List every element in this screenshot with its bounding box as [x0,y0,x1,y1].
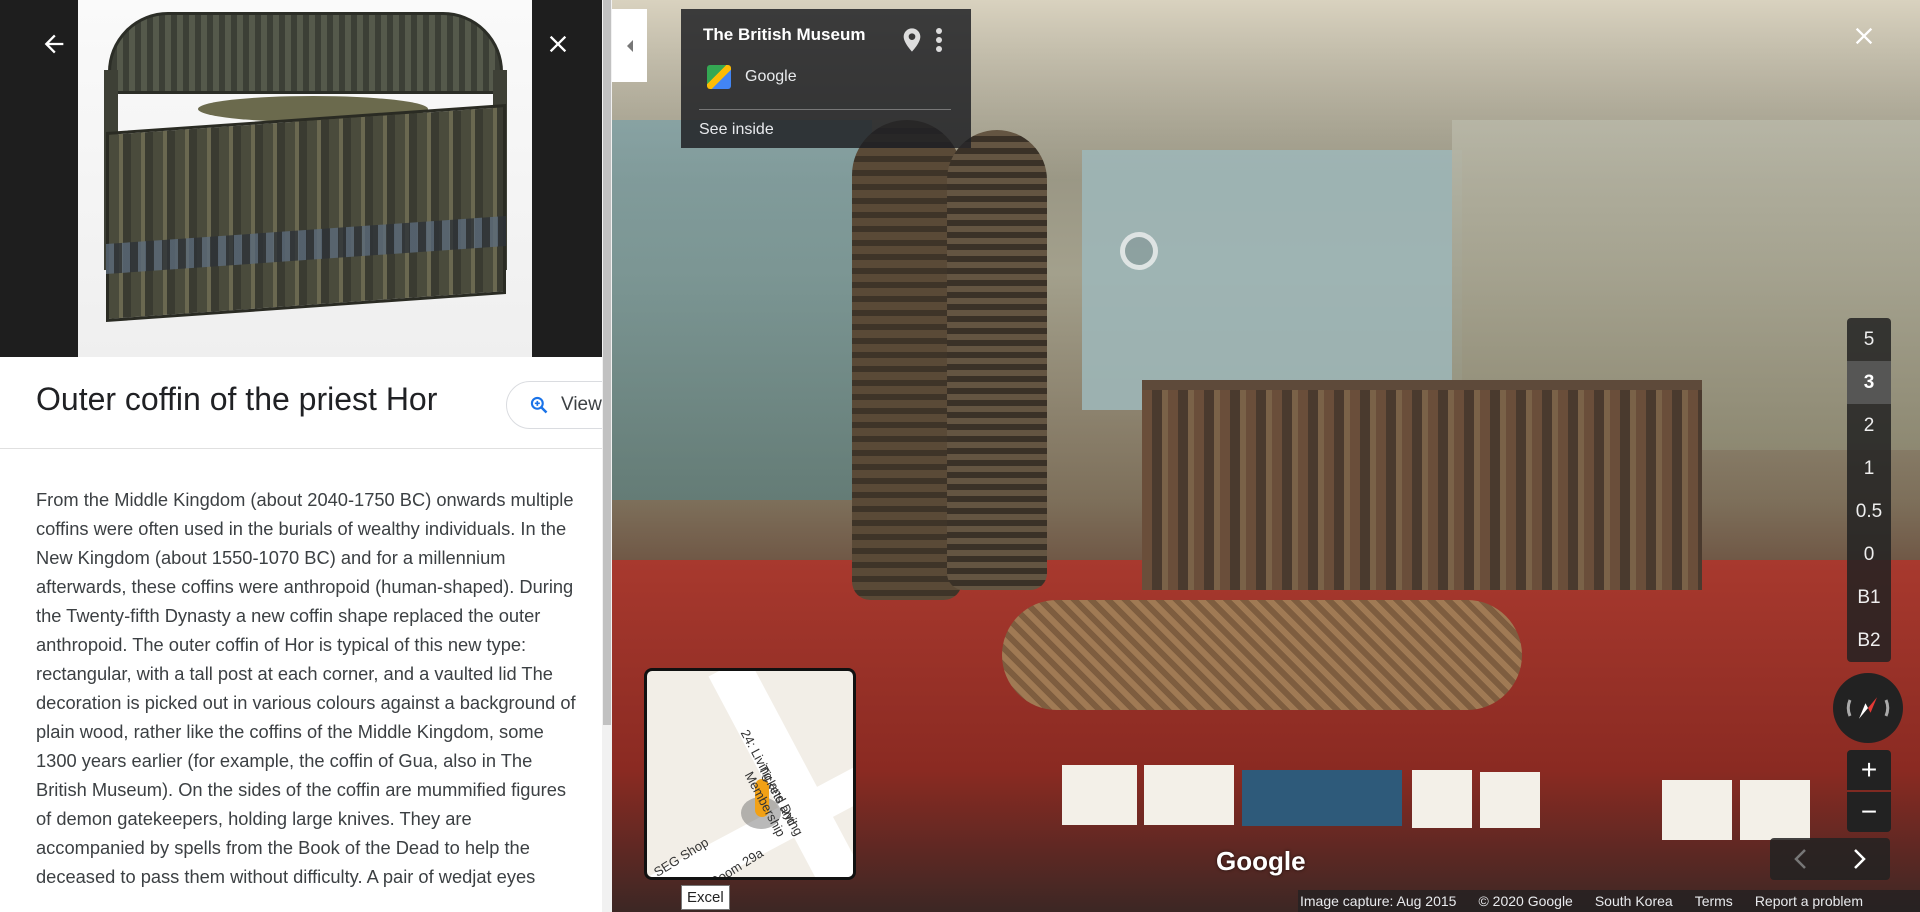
standing-coffin-shape [852,120,962,600]
artwork-description: From the Middle Kingdom (about 2040-1750… [36,489,576,887]
exhibit-label-card [1480,772,1540,828]
view-button[interactable]: View [506,381,612,429]
kebab-menu-icon[interactable] [935,27,943,58]
floor-5[interactable]: 5 [1847,318,1891,361]
attribution-bar: Image capture: Aug 2015 © 2020 Google So… [1298,890,1920,912]
floor-b1[interactable]: B1 [1847,576,1891,619]
exhibit-label-card [1412,770,1472,828]
caret-left-icon [626,39,633,52]
chevron-right-icon [1854,849,1866,869]
panel-scrollbar[interactable] [602,0,612,912]
coffin-lid-shape [108,12,503,94]
see-inside-link[interactable]: See inside [699,121,774,139]
close-icon [549,35,567,53]
zoom-out-button[interactable]: − [1847,792,1891,832]
floor-selector: 5 3 2 1 0.5 0 B1 B2 [1847,318,1891,662]
copyright: © 2020 Google [1478,893,1573,909]
artwork-hero [0,0,604,357]
exhibit-label-card [1740,780,1810,840]
close-panel-button[interactable] [536,22,580,66]
exhibit-label-card [1144,765,1234,825]
map-pin-icon[interactable] [902,27,922,58]
view-button-label: View [561,394,602,415]
artwork-title: Outer coffin of the priest Hor [36,381,438,417]
google-logo: Google [1216,846,1306,876]
previous-button[interactable] [1770,838,1830,880]
title-row: Outer coffin of the priest Hor View [0,357,612,449]
exhibit-label-card [1662,780,1732,840]
tooltip: Excel [681,885,730,910]
minimap[interactable]: 24: Living and Dying Tickets and Members… [644,668,856,880]
back-button[interactable] [32,22,76,66]
chevron-left-icon [1794,849,1806,869]
coffin-body-shape [106,104,506,322]
exhibit-photo-label [1242,770,1402,826]
terms-link[interactable]: Terms [1695,893,1733,909]
left-display-case [612,120,872,500]
standing-coffin-shape [947,130,1047,590]
floor-3[interactable]: 3 [1847,361,1891,404]
info-panel: Outer coffin of the priest Hor View From… [0,0,612,912]
country-link[interactable]: South Korea [1595,893,1673,909]
report-problem-link[interactable]: Report a problem [1755,893,1863,909]
mummy-shape [1002,600,1522,710]
place-name[interactable]: The British Museum [703,25,865,45]
back-display-case [1082,150,1462,410]
panel-scroll-thumb[interactable] [603,0,611,725]
next-button[interactable] [1830,838,1890,880]
exhibit-label-card [1062,765,1137,825]
magnifier-plus-icon [530,396,548,414]
floor-b2[interactable]: B2 [1847,619,1891,662]
rectangular-coffin-shape [1142,380,1702,590]
navigation-target-ring[interactable] [1120,232,1158,270]
floor-1[interactable]: 1 [1847,447,1891,490]
floor-0-5[interactable]: 0.5 [1847,490,1891,533]
google-photos-icon [707,65,731,89]
photo-pager [1770,838,1890,880]
image-capture-date: Image capture: Aug 2015 [1300,893,1457,909]
floor-0[interactable]: 0 [1847,533,1891,576]
collapse-panel-button[interactable] [612,9,647,82]
artwork-image[interactable] [78,0,532,357]
provider-name: Google [745,68,797,85]
compass-icon[interactable] [1833,673,1903,743]
close-street-view-button[interactable] [1850,22,1878,55]
divider [699,109,951,110]
arrow-left-icon [44,34,64,54]
place-info-card: The British Museum Google See inside [681,9,971,148]
close-icon [1855,27,1873,45]
zoom-in-button[interactable]: + [1847,750,1891,790]
floor-2[interactable]: 2 [1847,404,1891,447]
